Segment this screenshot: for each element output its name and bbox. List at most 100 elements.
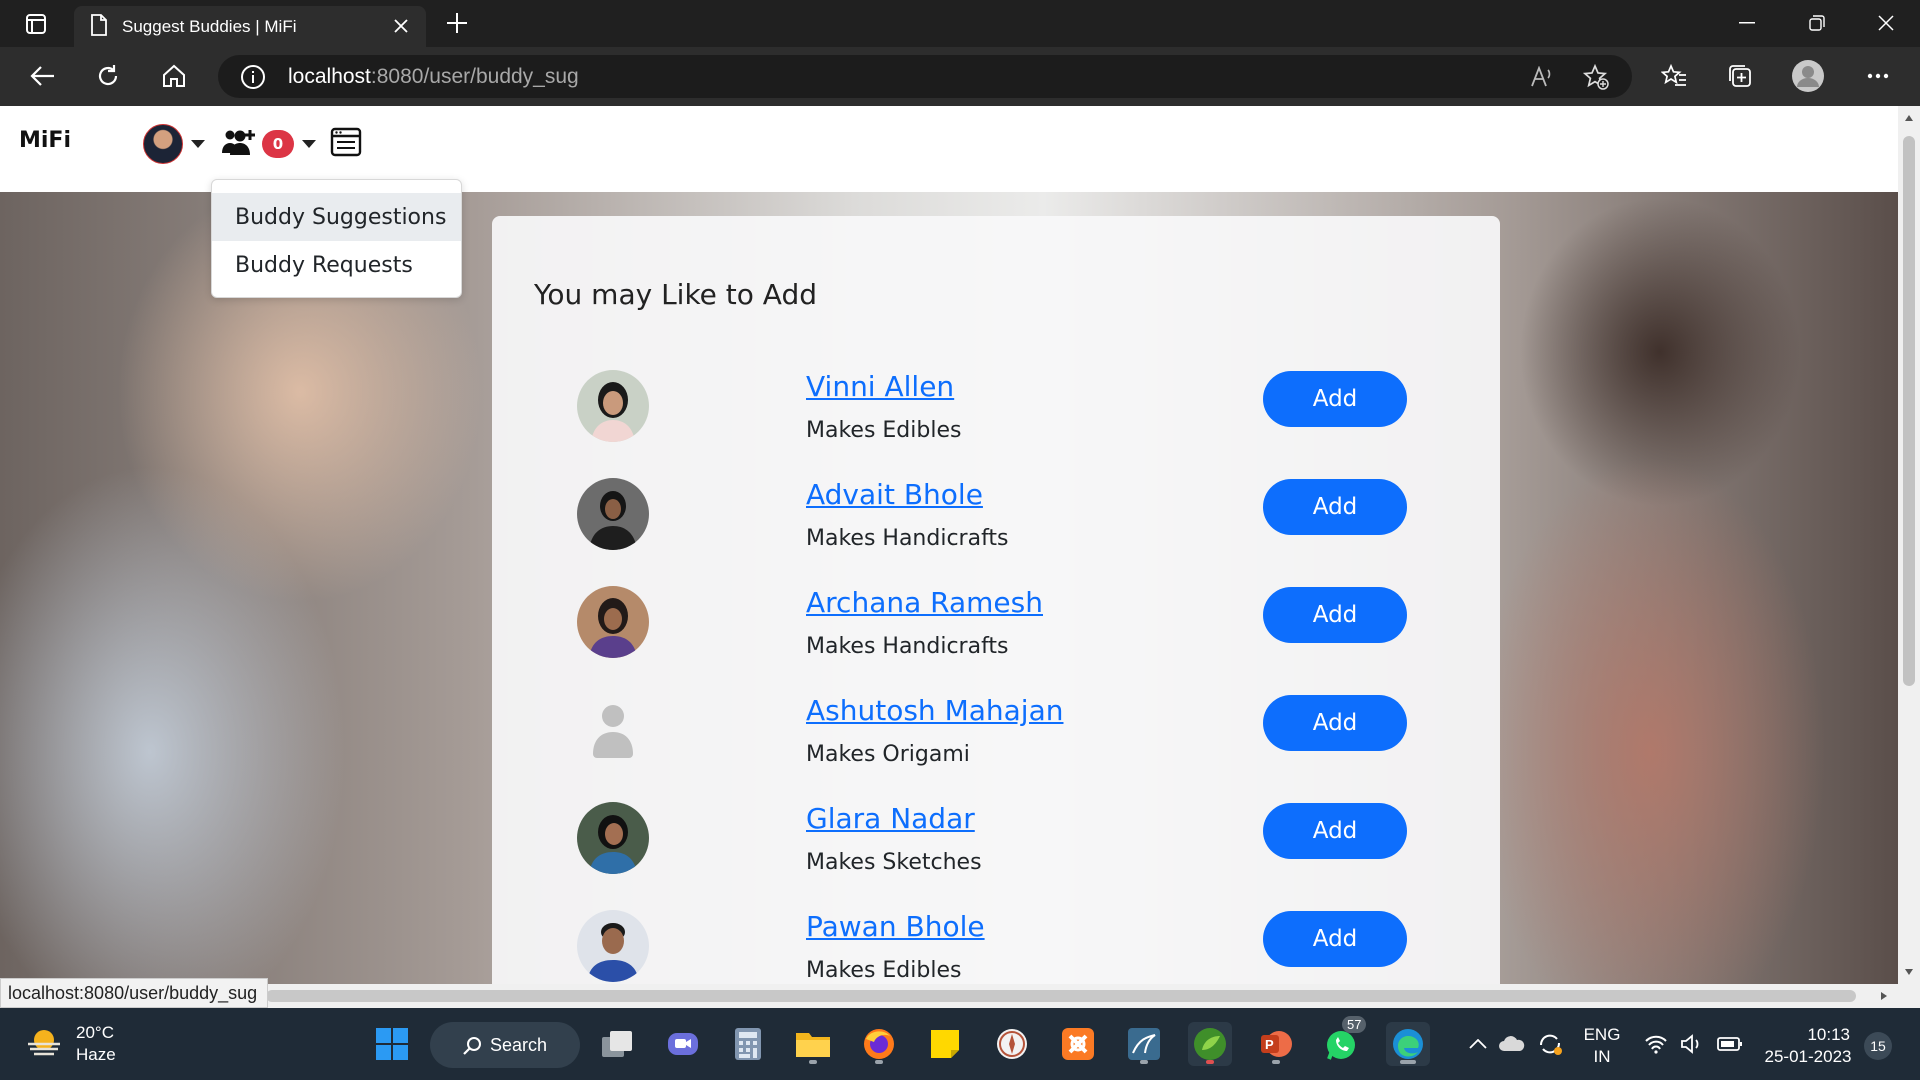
- horizontal-scroll-thumb[interactable]: [266, 990, 1856, 1002]
- buddies-menu-toggle[interactable]: 0: [220, 128, 316, 160]
- back-icon[interactable]: [22, 58, 62, 94]
- scroll-up-icon[interactable]: [1904, 114, 1914, 122]
- whatsapp-icon[interactable]: 57: [1320, 1016, 1367, 1066]
- users-plus-icon: [220, 128, 260, 160]
- haze-weather-icon: [26, 1026, 62, 1062]
- notification-count-badge[interactable]: 15: [1864, 1032, 1892, 1060]
- suggestion-name-link[interactable]: Archana Ramesh: [806, 586, 1043, 619]
- region-code: IN: [1593, 1047, 1611, 1066]
- suggestion-avatar: [577, 802, 649, 874]
- favorites-icon[interactable]: [1654, 58, 1694, 94]
- suggestion-name-link[interactable]: Advait Bhole: [806, 478, 983, 511]
- tab-actions-icon[interactable]: [16, 10, 56, 38]
- suggestion-row: Pawan Bhole Makes Edibles Add: [492, 900, 1500, 984]
- home-icon[interactable]: [154, 58, 194, 94]
- weather-widget[interactable]: 20°C Haze: [26, 1022, 116, 1066]
- suggestion-avatar: [577, 586, 649, 658]
- xampp-icon[interactable]: [1056, 1022, 1100, 1066]
- suggestion-avatar: [577, 478, 649, 550]
- weather-description: Haze: [76, 1045, 116, 1064]
- menu-item-buddy-suggestions[interactable]: Buddy Suggestions: [212, 193, 461, 241]
- running-indicator: [1400, 1060, 1416, 1064]
- suggestion-name-link[interactable]: Glara Nadar: [806, 802, 975, 835]
- browser-toolbar: localhost:8080/user/buddy_sug: [0, 47, 1920, 106]
- restore-icon[interactable]: [1797, 8, 1837, 38]
- address-bar[interactable]: localhost:8080/user/buddy_sug: [218, 55, 1632, 98]
- site-info-icon[interactable]: [240, 64, 266, 94]
- add-buddy-button[interactable]: Add: [1263, 695, 1407, 751]
- scroll-down-icon[interactable]: [1904, 968, 1914, 976]
- add-buddy-button[interactable]: Add: [1263, 587, 1407, 643]
- running-indicator: [875, 1060, 883, 1064]
- link-status-bar: localhost:8080/user/buddy_sug: [0, 978, 269, 1008]
- powerpoint-icon[interactable]: P: [1254, 1022, 1298, 1066]
- suggestion-avatar: [577, 910, 649, 982]
- mysql-workbench-icon[interactable]: [1122, 1022, 1166, 1066]
- taskbar-search[interactable]: Search: [430, 1022, 580, 1068]
- battery-icon[interactable]: [1710, 1022, 1750, 1066]
- suggestion-skill: Makes Origami: [806, 742, 970, 767]
- collections-icon[interactable]: [1720, 58, 1760, 94]
- calculator-icon[interactable]: [726, 1022, 770, 1066]
- scroll-right-icon[interactable]: [1880, 991, 1888, 1001]
- suggestion-row: Vinni Allen Makes Edibles Add: [492, 360, 1500, 468]
- firefox-icon[interactable]: [857, 1022, 901, 1066]
- menu-item-buddy-requests[interactable]: Buddy Requests: [212, 241, 461, 289]
- add-buddy-button[interactable]: Add: [1263, 479, 1407, 535]
- suggestions-card: You may Like to Add Vinni Allen Makes Ed…: [492, 216, 1500, 984]
- teams-chat-icon[interactable]: [661, 1022, 705, 1066]
- taskbar-search-label: Search: [490, 1034, 548, 1055]
- vertical-scrollbar[interactable]: [1898, 106, 1920, 984]
- edge-icon[interactable]: [1386, 1022, 1430, 1066]
- onedrive-icon[interactable]: [1492, 1022, 1532, 1066]
- input-language-indicator[interactable]: ENG IN: [1580, 1024, 1624, 1068]
- suggestion-name-link[interactable]: Ashutosh Mahajan: [806, 694, 1063, 727]
- user-menu-toggle[interactable]: [143, 124, 205, 164]
- add-buddy-button[interactable]: Add: [1263, 371, 1407, 427]
- brand-logo[interactable]: MiFi: [19, 128, 71, 153]
- active-tab[interactable]: Suggest Buddies | MiFi: [74, 6, 426, 47]
- default-user-icon: [577, 694, 649, 766]
- browser-tab-bar: Suggest Buddies | MiFi: [0, 0, 1920, 47]
- read-aloud-icon[interactable]: [1528, 64, 1556, 90]
- suggestion-row: Advait Bhole Makes Handicrafts Add: [492, 468, 1500, 576]
- volume-icon[interactable]: [1672, 1022, 1712, 1066]
- compass-app-icon[interactable]: [990, 1022, 1034, 1066]
- close-window-icon[interactable]: [1866, 8, 1906, 38]
- card-title: You may Like to Add: [534, 278, 818, 311]
- tab-title: Suggest Buddies | MiFi: [122, 16, 297, 36]
- svg-text:P: P: [1265, 1037, 1274, 1052]
- horizontal-scrollbar[interactable]: [266, 984, 1920, 1008]
- wifi-icon[interactable]: [1636, 1022, 1676, 1066]
- suggestion-skill: Makes Sketches: [806, 850, 982, 875]
- sync-icon[interactable]: [1530, 1022, 1570, 1066]
- more-menu-icon[interactable]: [1858, 58, 1898, 94]
- minimize-icon[interactable]: [1727, 8, 1767, 38]
- buddy-request-badge: 0: [262, 130, 294, 158]
- reload-icon[interactable]: [88, 58, 128, 94]
- suggestion-row: Ashutosh Mahajan Makes Origami Add: [492, 684, 1500, 792]
- task-view-icon[interactable]: [595, 1022, 639, 1066]
- page-viewport: MiFi 0 Buddy Suggestions Buddy Requests …: [0, 106, 1898, 984]
- clock-time: 10:13: [1807, 1025, 1850, 1044]
- clock-date: 25-01-2023: [1764, 1047, 1852, 1066]
- suggestion-name-link[interactable]: Vinni Allen: [806, 370, 954, 403]
- add-buddy-button[interactable]: Add: [1263, 911, 1407, 967]
- feed-icon[interactable]: [330, 126, 362, 162]
- language-code: ENG: [1583, 1025, 1621, 1044]
- sticky-notes-icon[interactable]: [923, 1022, 967, 1066]
- close-tab-icon[interactable]: [390, 15, 412, 37]
- profile-icon[interactable]: [1788, 58, 1828, 94]
- start-button[interactable]: [370, 1022, 414, 1066]
- add-buddy-button[interactable]: Add: [1263, 803, 1407, 859]
- spring-tool-suite-icon[interactable]: [1188, 1022, 1232, 1066]
- user-avatar: [143, 124, 183, 164]
- suggestion-row: Glara Nadar Makes Sketches Add: [492, 792, 1500, 900]
- page-favicon-icon: [90, 13, 108, 40]
- clock[interactable]: 10:13 25-01-2023: [1758, 1024, 1858, 1068]
- file-explorer-icon[interactable]: [791, 1022, 835, 1066]
- vertical-scroll-thumb[interactable]: [1903, 136, 1915, 686]
- add-favorite-icon[interactable]: [1582, 64, 1610, 90]
- suggestion-name-link[interactable]: Pawan Bhole: [806, 910, 985, 943]
- new-tab-icon[interactable]: [444, 10, 470, 36]
